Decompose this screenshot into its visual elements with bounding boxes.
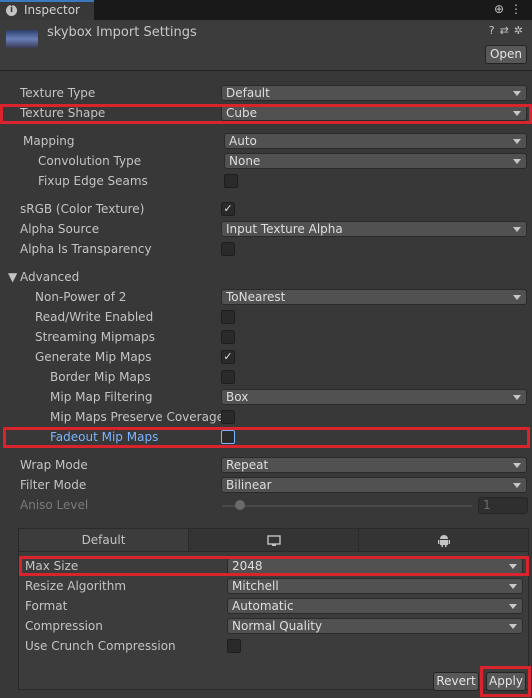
lock-icon[interactable]: ⊕	[494, 2, 510, 16]
convolution-type-label: Convolution Type	[38, 154, 142, 168]
wrap-mode-dropdown[interactable]: Repeat	[221, 457, 527, 473]
mapping-label: Mapping	[23, 134, 75, 148]
aniso-level-label: Aniso Level	[20, 498, 89, 512]
mip-maps-preserve-coverage-checkbox[interactable]	[221, 410, 235, 424]
tab-default[interactable]: Default	[19, 529, 189, 551]
non-power-of-2-label: Non-Power of 2	[35, 290, 127, 304]
use-crunch-compression-checkbox[interactable]	[227, 639, 241, 653]
aniso-level-slider-handle[interactable]	[235, 500, 245, 510]
resize-algorithm-dropdown[interactable]: Mitchell	[227, 578, 523, 594]
fadeout-mip-maps-checkbox[interactable]	[221, 430, 235, 444]
platform-settings-panel: Default Max Size 2048 Resize Algorithm M…	[18, 528, 529, 690]
tab-inspector[interactable]: i Inspector	[0, 0, 94, 20]
preset-icon[interactable]: ⇄	[500, 24, 514, 37]
window-tab-bar: i Inspector ⊕⋮	[0, 0, 532, 20]
fadeout-mip-maps-label: Fadeout Mip Maps	[50, 430, 159, 444]
mip-map-filtering-dropdown[interactable]: Box	[221, 389, 527, 405]
aniso-level-field[interactable]: 1	[478, 497, 528, 514]
mip-maps-preserve-coverage-label: Mip Maps Preserve Coverage	[50, 410, 224, 424]
non-power-of-2-dropdown[interactable]: ToNearest	[221, 289, 527, 305]
format-label: Format	[25, 599, 68, 613]
monitor-icon	[266, 534, 281, 546]
revert-button[interactable]: Revert	[433, 672, 479, 691]
info-icon: i	[6, 5, 17, 16]
srgb-label: sRGB (Color Texture)	[20, 202, 145, 216]
mip-map-filtering-label: Mip Map Filtering	[50, 390, 153, 404]
read-write-label: Read/Write Enabled	[35, 310, 154, 324]
settings-gear-icon[interactable]: ✲	[514, 24, 528, 37]
use-crunch-compression-label: Use Crunch Compression	[25, 639, 176, 653]
header-title: skybox Import Settings	[47, 25, 197, 40]
wrap-mode-label: Wrap Mode	[20, 458, 88, 472]
advanced-foldout-arrow-icon[interactable]: ▼	[8, 270, 17, 284]
border-mip-maps-checkbox[interactable]	[221, 370, 235, 384]
srgb-checkbox[interactable]: ✓	[221, 202, 235, 216]
texture-shape-dropdown[interactable]: Cube	[221, 105, 527, 121]
fixup-edge-seams-label: Fixup Edge Seams	[38, 174, 148, 188]
android-icon	[437, 535, 450, 547]
advanced-foldout[interactable]: Advanced	[20, 270, 79, 284]
fixup-edge-seams-checkbox[interactable]	[224, 174, 238, 188]
max-size-dropdown[interactable]: 2048	[227, 558, 523, 574]
tab-divider	[19, 551, 528, 552]
texture-type-dropdown[interactable]: Default	[221, 85, 527, 101]
max-size-label: Max Size	[25, 559, 79, 573]
more-menu-icon[interactable]: ⋮	[510, 2, 528, 16]
alpha-is-transparency-label: Alpha Is Transparency	[20, 242, 152, 256]
filter-mode-dropdown[interactable]: Bilinear	[221, 477, 527, 493]
apply-button[interactable]: Apply	[486, 672, 526, 691]
texture-shape-label: Texture Shape	[20, 106, 106, 120]
compression-label: Compression	[25, 619, 103, 633]
import-settings-header: skybox Import Settings ?⇄✲ Open	[0, 20, 532, 71]
convolution-type-dropdown[interactable]: None	[224, 153, 527, 169]
alpha-source-dropdown[interactable]: Input Texture Alpha	[221, 221, 527, 237]
filter-mode-label: Filter Mode	[20, 478, 87, 492]
generate-mip-maps-checkbox[interactable]: ✓	[221, 350, 235, 364]
aniso-level-slider-track[interactable]	[222, 505, 472, 507]
streaming-mipmaps-checkbox[interactable]	[221, 330, 235, 344]
mapping-dropdown[interactable]: Auto	[224, 133, 527, 149]
read-write-checkbox[interactable]	[221, 310, 235, 324]
alpha-source-label: Alpha Source	[20, 222, 100, 236]
tab-inspector-label: Inspector	[24, 3, 80, 17]
generate-mip-maps-label: Generate Mip Maps	[35, 350, 152, 364]
compression-dropdown[interactable]: Normal Quality	[227, 618, 523, 634]
skybox-thumbnail	[6, 30, 38, 48]
border-mip-maps-label: Border Mip Maps	[50, 370, 151, 384]
tab-standalone[interactable]	[189, 529, 359, 551]
open-button[interactable]: Open	[485, 45, 527, 64]
help-icon[interactable]: ?	[489, 24, 500, 37]
alpha-is-transparency-checkbox[interactable]	[221, 242, 235, 256]
texture-type-label: Texture Type	[20, 86, 96, 100]
resize-algorithm-label: Resize Algorithm	[25, 579, 127, 593]
streaming-mipmaps-label: Streaming Mipmaps	[35, 330, 156, 344]
format-dropdown[interactable]: Automatic	[227, 598, 523, 614]
tab-android[interactable]	[359, 529, 528, 551]
